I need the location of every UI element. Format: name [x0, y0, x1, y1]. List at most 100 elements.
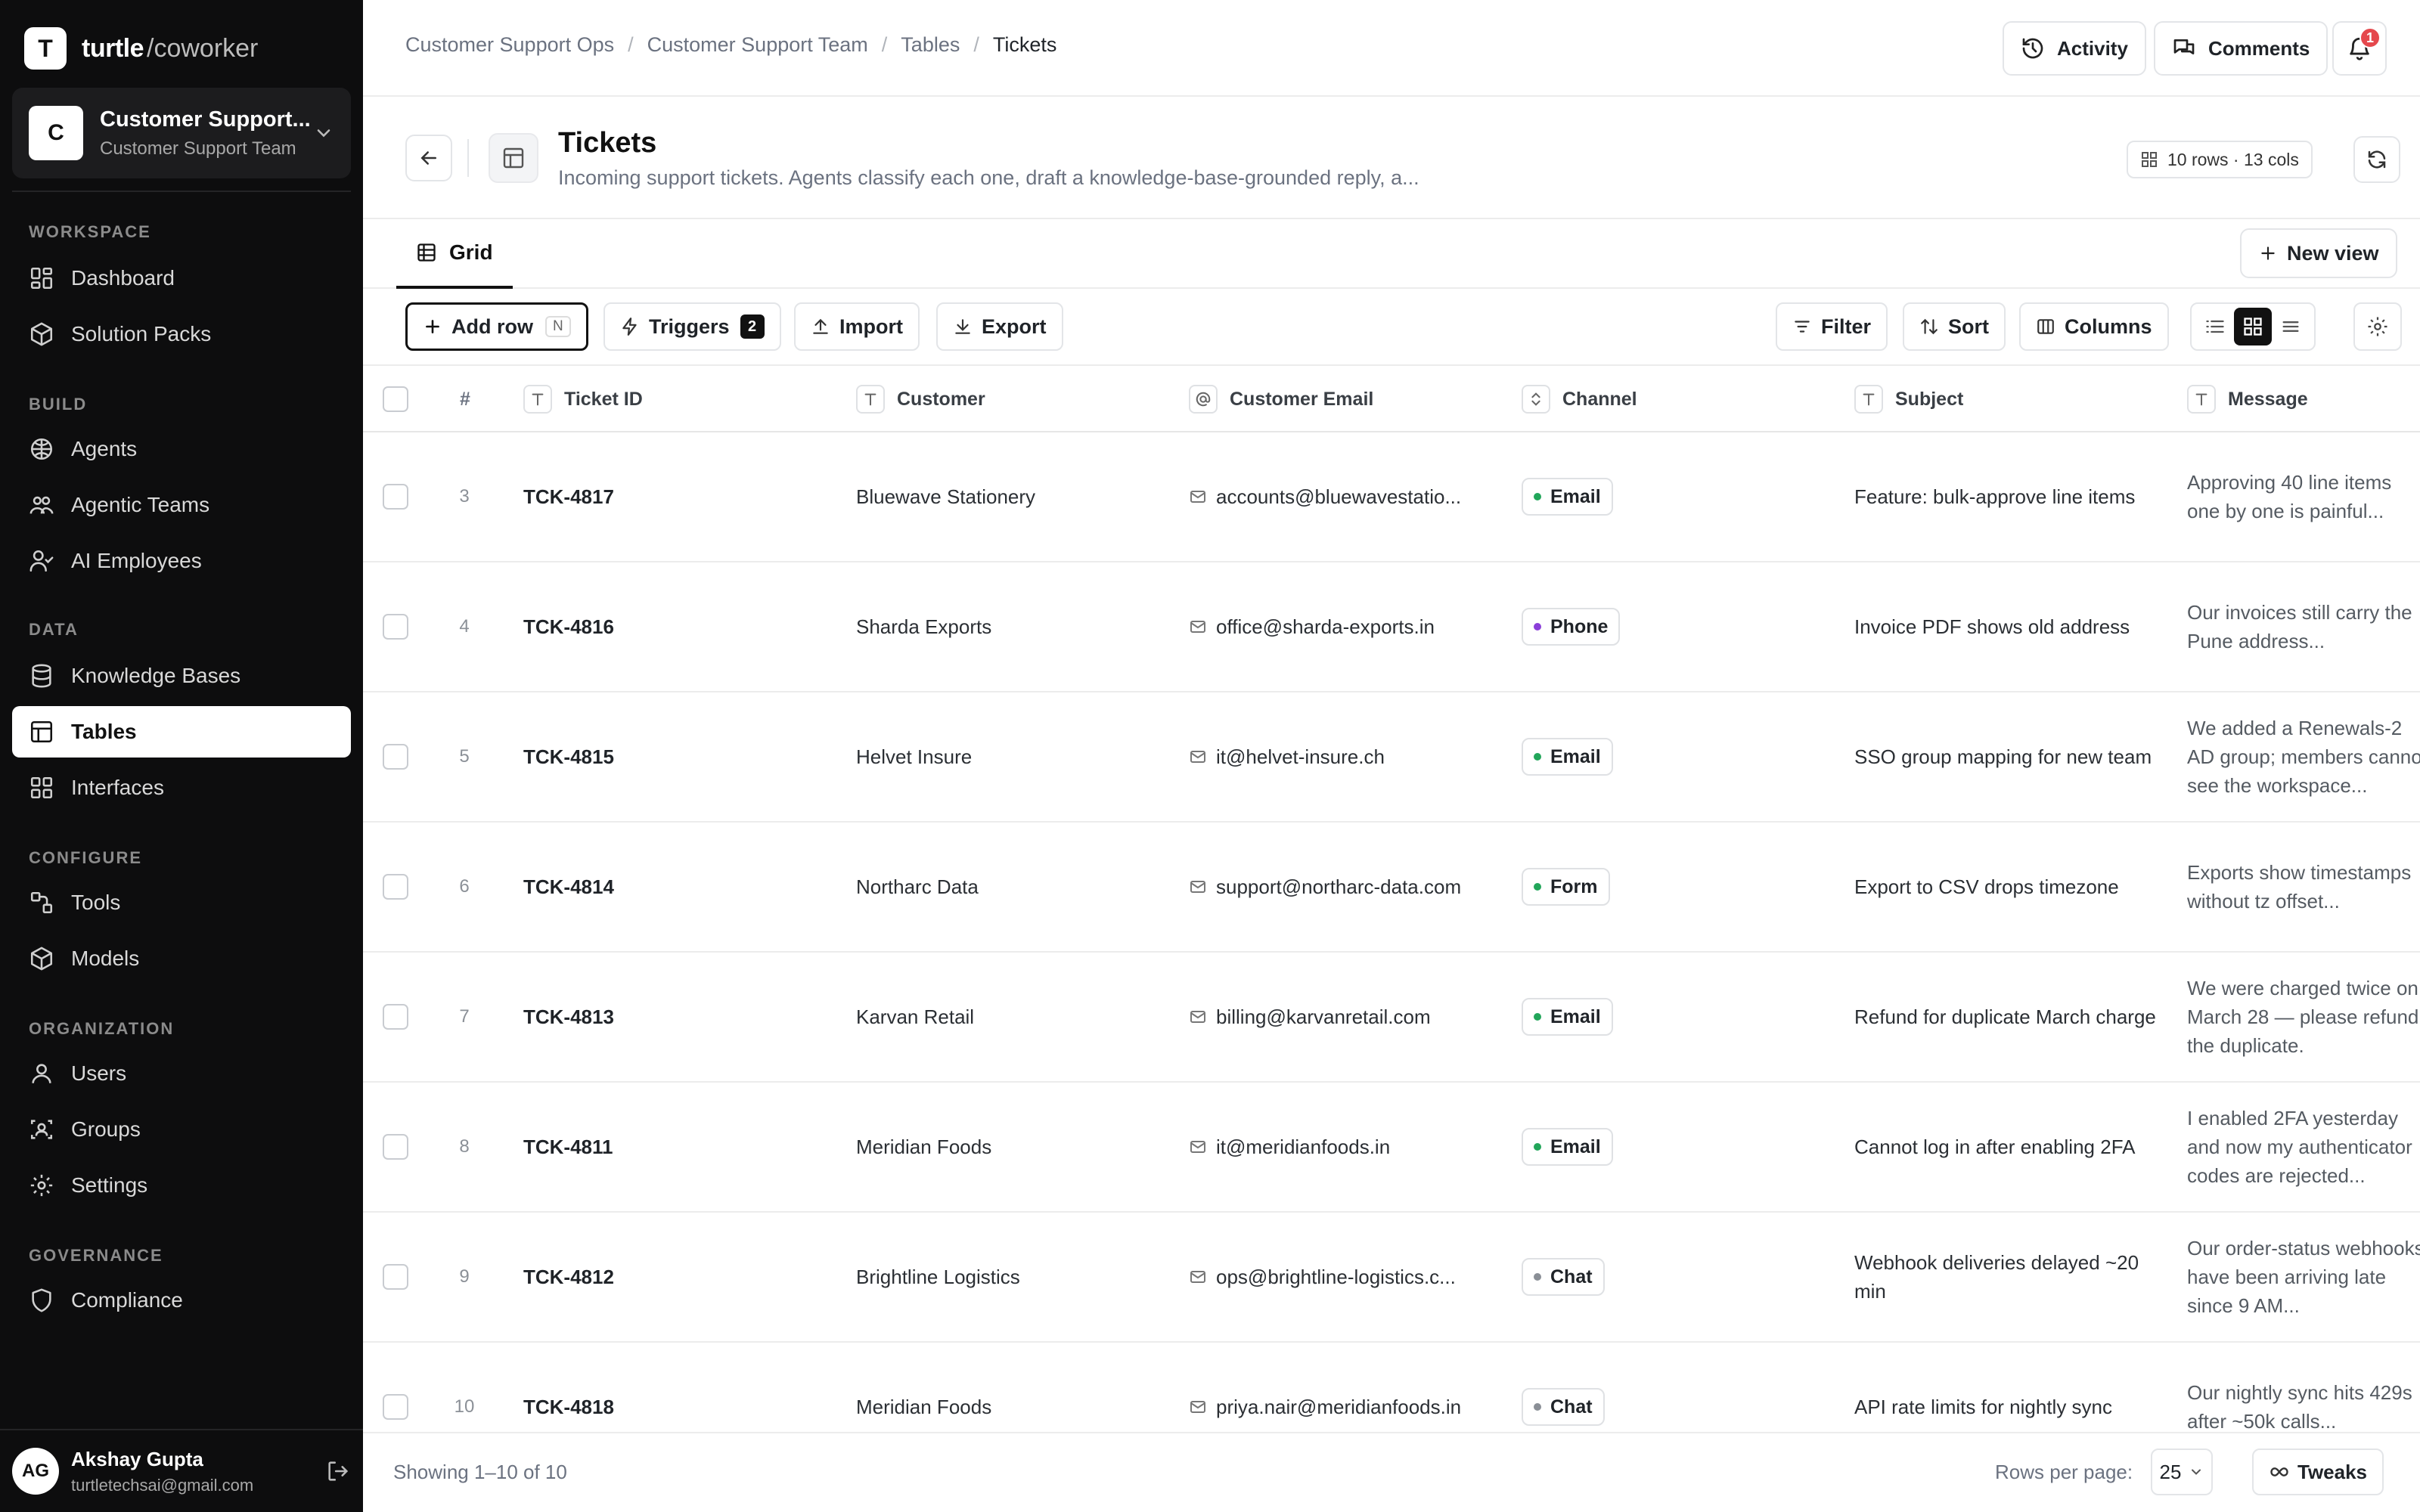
customer-cell[interactable]: Brightline Logistics: [856, 1213, 1020, 1341]
breadcrumb-item[interactable]: Customer Support Team: [647, 33, 868, 57]
workspace-switcher[interactable]: C Customer Support... Customer Support T…: [12, 88, 351, 178]
table-row[interactable]: 3 TCK-4817 Bluewave Stationery accounts@…: [363, 432, 2420, 562]
filter-button[interactable]: Filter: [1776, 302, 1888, 351]
list-view-toggle[interactable]: [2196, 308, 2234, 345]
refresh-button[interactable]: [2353, 136, 2400, 183]
ticket-id-cell[interactable]: TCK-4811: [523, 1083, 613, 1211]
grid-view-toggle[interactable]: [2234, 308, 2272, 345]
activity-button[interactable]: Activity: [2003, 21, 2146, 76]
sidebar-item-groups[interactable]: Groups: [12, 1104, 351, 1155]
column-header-ticket-id[interactable]: Ticket ID: [523, 366, 643, 432]
table-row[interactable]: 4 TCK-4816 Sharda Exports office@sharda-…: [363, 562, 2420, 692]
row-checkbox[interactable]: [383, 874, 408, 900]
table-row[interactable]: 5 TCK-4815 Helvet Insure it@helvet-insur…: [363, 692, 2420, 823]
channel-cell[interactable]: Email: [1522, 953, 1613, 1081]
message-cell[interactable]: Our order-status webhooks have been arri…: [2187, 1213, 2420, 1341]
ticket-id-cell[interactable]: TCK-4818: [523, 1343, 614, 1432]
sort-button[interactable]: Sort: [1903, 302, 2006, 351]
subject-cell[interactable]: API rate limits for nightly sync: [1854, 1343, 2157, 1432]
email-cell[interactable]: billing@karvanretail.com: [1189, 953, 1491, 1081]
ticket-id-cell[interactable]: TCK-4812: [523, 1213, 614, 1341]
tweaks-button[interactable]: Tweaks: [2252, 1448, 2384, 1495]
sidebar-item-interfaces[interactable]: Interfaces: [12, 762, 351, 813]
message-cell[interactable]: Our invoices still carry the Pune addres…: [2187, 562, 2420, 691]
table-row[interactable]: 6 TCK-4814 Northarc Data support@northar…: [363, 823, 2420, 953]
customer-cell[interactable]: Meridian Foods: [856, 1343, 991, 1432]
message-cell[interactable]: Approving 40 line items one by one is pa…: [2187, 432, 2420, 561]
table-row[interactable]: 9 TCK-4812 Brightline Logistics ops@brig…: [363, 1213, 2420, 1343]
grid-settings-button[interactable]: [2353, 302, 2402, 351]
message-cell[interactable]: Exports show timestamps without tz offse…: [2187, 823, 2420, 951]
breadcrumb-item[interactable]: Tables: [901, 33, 960, 57]
sidebar-item-tables[interactable]: Tables: [12, 706, 351, 758]
subject-cell[interactable]: Feature: bulk-approve line items: [1854, 432, 2157, 561]
column-header-channel[interactable]: Channel: [1522, 366, 1637, 432]
row-checkbox[interactable]: [383, 1004, 408, 1030]
message-cell[interactable]: We were charged twice on March 28 — plea…: [2187, 953, 2420, 1081]
message-cell[interactable]: I enabled 2FA yesterday and now my authe…: [2187, 1083, 2420, 1211]
back-button[interactable]: [405, 135, 452, 181]
channel-cell[interactable]: Email: [1522, 692, 1613, 821]
sidebar-item-tools[interactable]: Tools: [12, 877, 351, 928]
sidebar-item-solution-packs[interactable]: Solution Packs: [12, 308, 351, 360]
message-cell[interactable]: Our nightly sync hits 429s after ~50k ca…: [2187, 1343, 2420, 1432]
subject-cell[interactable]: Invoice PDF shows old address: [1854, 562, 2157, 691]
channel-cell[interactable]: Chat: [1522, 1343, 1605, 1432]
row-checkbox[interactable]: [383, 1264, 408, 1290]
customer-cell[interactable]: Helvet Insure: [856, 692, 972, 821]
new-view-button[interactable]: New view: [2240, 228, 2397, 278]
compact-view-toggle[interactable]: [2272, 308, 2310, 345]
tab-grid[interactable]: Grid: [396, 219, 513, 289]
sidebar-item-dashboard[interactable]: Dashboard: [12, 253, 351, 304]
ticket-id-cell[interactable]: TCK-4817: [523, 432, 614, 561]
customer-cell[interactable]: Meridian Foods: [856, 1083, 991, 1211]
user-profile[interactable]: AG Akshay Gupta turtletechsai@gmail.com: [12, 1442, 351, 1500]
row-checkbox[interactable]: [383, 484, 408, 510]
subject-cell[interactable]: Refund for duplicate March charge: [1854, 953, 2157, 1081]
email-cell[interactable]: it@meridianfoods.in: [1189, 1083, 1491, 1211]
brand[interactable]: T turtle /coworker: [24, 27, 258, 70]
channel-cell[interactable]: Email: [1522, 1083, 1613, 1211]
sidebar-item-ai-employees[interactable]: AI Employees: [12, 535, 351, 587]
message-cell[interactable]: We added a Renewals-2 AD group; members …: [2187, 692, 2420, 821]
customer-cell[interactable]: Bluewave Stationery: [856, 432, 1035, 561]
ticket-id-cell[interactable]: TCK-4814: [523, 823, 614, 951]
email-cell[interactable]: support@northarc-data.com: [1189, 823, 1491, 951]
columns-button[interactable]: Columns: [2019, 302, 2169, 351]
row-checkbox[interactable]: [383, 614, 408, 640]
sidebar-item-compliance[interactable]: Compliance: [12, 1275, 351, 1326]
email-cell[interactable]: office@sharda-exports.in: [1189, 562, 1491, 691]
column-header-customer[interactable]: Customer: [856, 366, 985, 432]
subject-cell[interactable]: Export to CSV drops timezone: [1854, 823, 2157, 951]
email-cell[interactable]: ops@brightline-logistics.c...: [1189, 1213, 1491, 1341]
ticket-id-cell[interactable]: TCK-4815: [523, 692, 614, 821]
channel-cell[interactable]: Phone: [1522, 562, 1621, 691]
logout-icon[interactable]: [325, 1458, 351, 1484]
sidebar-item-settings[interactable]: Settings: [12, 1160, 351, 1211]
sidebar-item-models[interactable]: Models: [12, 933, 351, 984]
column-header-message[interactable]: Message: [2187, 366, 2308, 432]
sidebar-item-knowledge-bases[interactable]: Knowledge Bases: [12, 650, 351, 702]
row-checkbox[interactable]: [383, 1394, 408, 1420]
table-row[interactable]: 8 TCK-4811 Meridian Foods it@meridianfoo…: [363, 1083, 2420, 1213]
table-row[interactable]: 10 TCK-4818 Meridian Foods priya.nair@me…: [363, 1343, 2420, 1432]
sidebar-item-agents[interactable]: Agents: [12, 423, 351, 475]
channel-cell[interactable]: Form: [1522, 823, 1610, 951]
comments-button[interactable]: Comments: [2154, 21, 2328, 76]
breadcrumb-item[interactable]: Customer Support Ops: [405, 33, 614, 57]
select-all-checkbox[interactable]: [383, 386, 408, 412]
import-button[interactable]: Import: [794, 302, 920, 351]
row-checkbox[interactable]: [383, 744, 408, 770]
channel-cell[interactable]: Chat: [1522, 1213, 1605, 1341]
subject-cell[interactable]: Webhook deliveries delayed ~20 min: [1854, 1213, 2157, 1341]
subject-cell[interactable]: Cannot log in after enabling 2FA: [1854, 1083, 2157, 1211]
email-cell[interactable]: priya.nair@meridianfoods.in: [1189, 1343, 1491, 1432]
customer-cell[interactable]: Karvan Retail: [856, 953, 974, 1081]
sidebar-item-users[interactable]: Users: [12, 1048, 351, 1099]
subject-cell[interactable]: SSO group mapping for new team: [1854, 692, 2157, 821]
add-row-button[interactable]: Add row N: [405, 302, 588, 351]
ticket-id-cell[interactable]: TCK-4813: [523, 953, 614, 1081]
notifications-button[interactable]: 1: [2332, 21, 2387, 76]
sidebar-item-agentic-teams[interactable]: Agentic Teams: [12, 479, 351, 531]
row-checkbox[interactable]: [383, 1134, 408, 1160]
